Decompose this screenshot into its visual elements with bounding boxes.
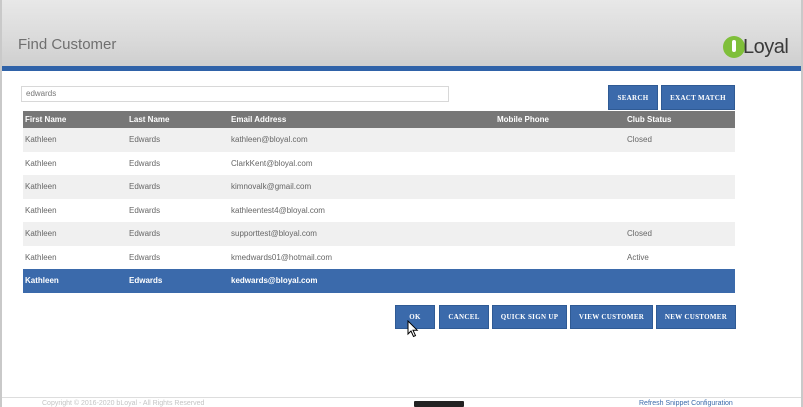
cell-last-name: Edwards <box>129 252 161 262</box>
logo-text: Loyal <box>743 36 789 58</box>
cell-first-name: Kathleen <box>25 182 57 191</box>
cell-email: ClarkKent@bloyal.com <box>231 158 313 168</box>
table-row[interactable]: Kathleen Edwards kmedwards01@hotmail.com… <box>23 245 735 269</box>
table-row-selected[interactable]: Kathleen Edwards kedwards@bloyal.com <box>23 269 735 293</box>
cell-email: kathleentest4@bloyal.com <box>231 205 325 215</box>
cell-club-status: Closed <box>627 135 652 144</box>
cell-email: kmedwards01@hotmail.com <box>231 252 333 262</box>
cell-last-name: Edwards <box>129 229 161 238</box>
exact-match-button[interactable]: EXACT MATCH <box>661 85 735 110</box>
cell-first-name: Kathleen <box>25 135 57 144</box>
logo-mark-icon <box>723 36 745 58</box>
cell-first-name: Kathleen <box>25 158 57 168</box>
table-row[interactable]: Kathleen Edwards supporttest@bloyal.com … <box>23 222 735 246</box>
cell-email: kedwards@bloyal.com <box>231 276 318 285</box>
cell-first-name: Kathleen <box>25 229 57 238</box>
cell-last-name: Edwards <box>129 135 161 144</box>
cell-club-status: Active <box>627 252 649 262</box>
table-row[interactable]: Kathleen Edwards kathleen@bloyal.com Clo… <box>23 128 735 152</box>
cell-email: kathleen@bloyal.com <box>231 135 308 144</box>
footer-indicator <box>414 401 464 407</box>
cell-email: supporttest@bloyal.com <box>231 229 317 238</box>
quick-sign-up-button[interactable]: QUICK SIGN UP <box>492 305 567 329</box>
cell-last-name: Edwards <box>129 158 161 168</box>
footer-copyright: Copyright © 2016-2020 bLoyal - All Right… <box>42 400 205 407</box>
view-customer-button[interactable]: VIEW CUSTOMER <box>570 305 653 329</box>
cancel-button[interactable]: CANCEL <box>439 305 489 329</box>
page-title: Find Customer <box>18 36 117 53</box>
search-input[interactable] <box>21 86 449 102</box>
cell-email: kimnovalk@gmail.com <box>231 182 312 191</box>
column-header-first-name[interactable]: First Name <box>25 111 66 128</box>
cell-last-name: Edwards <box>129 182 161 191</box>
mouse-pointer-icon <box>407 320 419 338</box>
find-customer-window: Find Customer Loyal SEARCH EXACT MATCH F… <box>2 0 801 407</box>
cell-first-name: Kathleen <box>25 252 57 262</box>
table-header: First Name Last Name Email Address Mobil… <box>23 111 735 128</box>
cell-club-status: Closed <box>627 229 652 238</box>
column-header-mobile-phone[interactable]: Mobile Phone <box>497 111 549 128</box>
search-button[interactable]: SEARCH <box>608 85 658 110</box>
table-row[interactable]: Kathleen Edwards kimnovalk@gmail.com <box>23 175 735 199</box>
column-header-email[interactable]: Email Address <box>231 111 286 128</box>
cell-last-name: Edwards <box>129 205 161 215</box>
column-header-last-name[interactable]: Last Name <box>129 111 169 128</box>
header-accent-bar <box>2 66 801 71</box>
refresh-snippet-link[interactable]: Refresh Snippet Configuration <box>639 400 733 407</box>
customer-table: First Name Last Name Email Address Mobil… <box>23 111 735 293</box>
cell-first-name: Kathleen <box>25 205 57 215</box>
table-row[interactable]: Kathleen Edwards ClarkKent@bloyal.com <box>23 151 735 175</box>
cell-first-name: Kathleen <box>25 276 59 285</box>
footer-divider <box>2 397 801 398</box>
table-row[interactable]: Kathleen Edwards kathleentest4@bloyal.co… <box>23 198 735 222</box>
header: Find Customer Loyal <box>2 0 801 66</box>
cell-last-name: Edwards <box>129 276 163 285</box>
new-customer-button[interactable]: NEW CUSTOMER <box>656 305 736 329</box>
column-header-club-status[interactable]: Club Status <box>627 111 671 128</box>
